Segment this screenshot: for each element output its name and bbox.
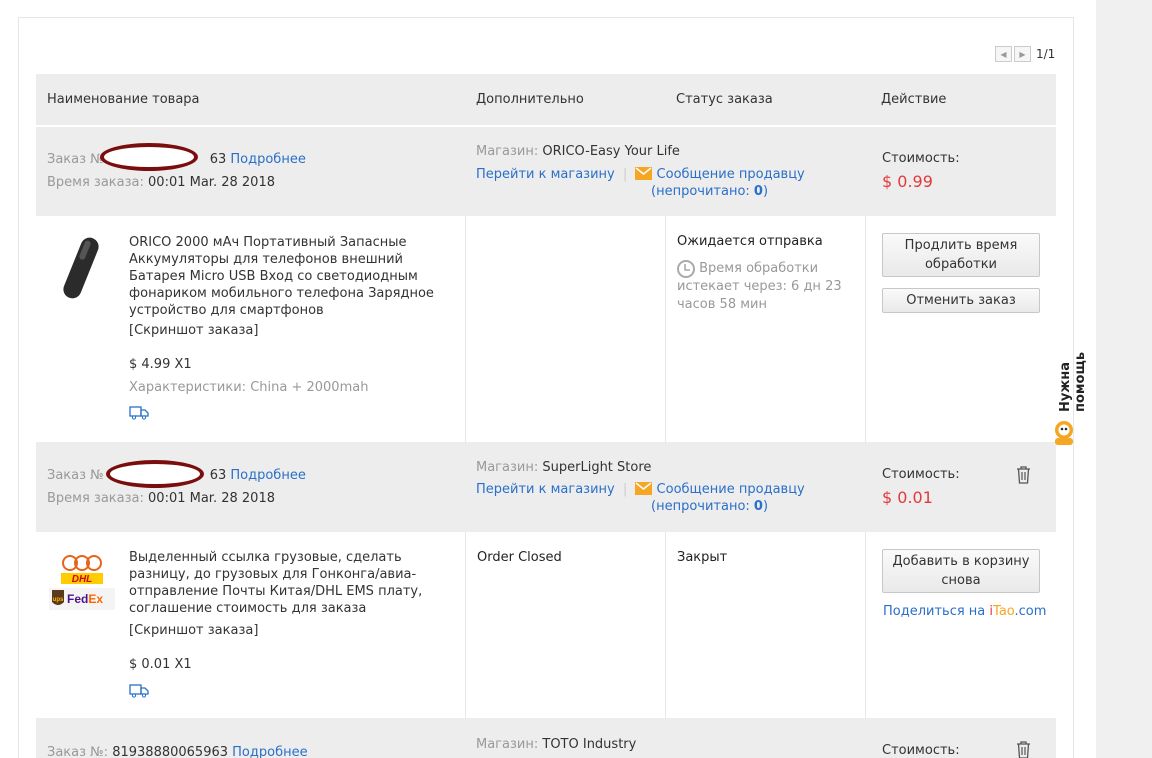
extend-processing-button[interactable]: Продлить время обработки [882, 233, 1040, 277]
store-actions: Перейти к магазину | Сообщение продавцу [476, 167, 805, 182]
order-time-line: Время заказа: 00:01 Mar. 28 2018 [47, 491, 275, 506]
product-title[interactable]: ORICO 2000 мАч Портативный Запасные Акку… [129, 234, 459, 319]
details-link[interactable]: Подробнее [232, 745, 307, 758]
cost-label: Стоимость: [882, 743, 960, 758]
order-cost: $ 0.99 [882, 172, 933, 191]
store-line: Магазин: TOTO Industry [476, 737, 637, 752]
col-action: Действие [881, 92, 947, 107]
table-row: DHL ups FedEx Выделенный ссылка грузовые… [36, 532, 1056, 718]
order-time-line: Время заказа: 00:01 Mar. 28 2018 [47, 175, 275, 190]
delivery-truck-icon[interactable] [129, 405, 149, 424]
redaction-mark [100, 143, 198, 171]
product-title[interactable]: Выделенный ссылка грузовые, сделать разн… [129, 549, 459, 617]
price-quantity: $ 0.01 X1 [129, 657, 192, 672]
arrow-left-icon[interactable]: ◀ [995, 46, 1012, 62]
envelope-icon [635, 167, 653, 180]
col-product: Наименование товара [47, 92, 200, 107]
goto-store-link[interactable]: Перейти к магазину [476, 482, 615, 497]
table-row: ORICO 2000 мАч Портативный Запасные Акку… [36, 216, 1056, 442]
delivery-truck-icon[interactable] [129, 683, 149, 702]
arrow-right-icon[interactable]: ▶ [1014, 46, 1031, 62]
svg-text:DHL: DHL [72, 574, 93, 585]
store-line: Магазин: ORICO-Easy Your Life [476, 144, 680, 159]
redaction-mark [106, 460, 204, 488]
order-header: Заказ № 63 Подробнее Время заказа: 00:01 … [36, 127, 1056, 216]
message-seller-link[interactable]: Сообщение продавцу [657, 482, 805, 497]
order-snapshot-link[interactable]: [Скриншот заказа] [129, 623, 258, 638]
order-status: Ожидается отправка [677, 234, 823, 249]
col-extra: Дополнительно [476, 92, 584, 107]
price-quantity: $ 4.99 X1 [129, 357, 192, 372]
svg-text:FedEx: FedEx [67, 592, 103, 606]
courier-logos-image[interactable]: DHL ups FedEx [49, 552, 115, 612]
cost-label: Стоимость: [882, 151, 960, 166]
table-header: Наименование товара Дополнительно Статус… [36, 74, 1056, 125]
cancel-order-button[interactable]: Отменить заказ [882, 288, 1040, 313]
page-indicator: 1/1 [1036, 47, 1056, 61]
unread-count[interactable]: (непрочитано: 0) [651, 184, 768, 199]
share-itao-link[interactable]: Поделиться на iTao.com [883, 604, 1046, 619]
add-to-cart-again-button[interactable]: Добавить в корзину снова [882, 549, 1040, 593]
pagination: ◀ ▶ 1/1 [995, 46, 1055, 62]
help-mascot-icon[interactable] [1052, 418, 1076, 446]
store-line: Магазин: SuperLight Store [476, 460, 652, 475]
order-snapshot-link[interactable]: [Скриншот заказа] [129, 323, 258, 338]
envelope-icon [635, 482, 653, 495]
goto-store-link[interactable]: Перейти к магазину [476, 167, 615, 182]
help-button[interactable]: Нужна помощь [1058, 300, 1088, 412]
trash-icon[interactable] [1016, 741, 1031, 758]
clock-icon [677, 260, 695, 278]
message-seller-link[interactable]: Сообщение продавцу [657, 167, 805, 182]
product-image[interactable] [54, 234, 110, 302]
col-status: Статус заказа [676, 92, 773, 107]
details-link[interactable]: Подробнее [230, 468, 305, 483]
order-status: Закрыт [677, 550, 728, 565]
order-number-line: Заказ №: 81938880065963 Подробнее [47, 745, 308, 758]
svg-text:ups: ups [53, 597, 64, 603]
store-actions: Перейти к магазину | Сообщение продавцу [476, 482, 805, 497]
product-specs: Характеристики: China + 2000mah [129, 380, 369, 395]
order-header: Заказ № 63 Подробнее Время заказа: 00:01 … [36, 442, 1056, 532]
processing-timer: Время обработки истекает через: 6 дн 23 … [677, 260, 842, 312]
details-link[interactable]: Подробнее [230, 152, 305, 167]
order-header: Заказ №: 81938880065963 Подробнее Магази… [36, 718, 1056, 758]
unread-count[interactable]: (непрочитано: 0) [651, 499, 768, 514]
page-right-gutter [1096, 0, 1152, 758]
extra-info: Order Closed [477, 550, 562, 565]
trash-icon[interactable] [1016, 466, 1031, 488]
order-cost: $ 0.01 [882, 488, 933, 507]
cost-label: Стоимость: [882, 467, 960, 482]
